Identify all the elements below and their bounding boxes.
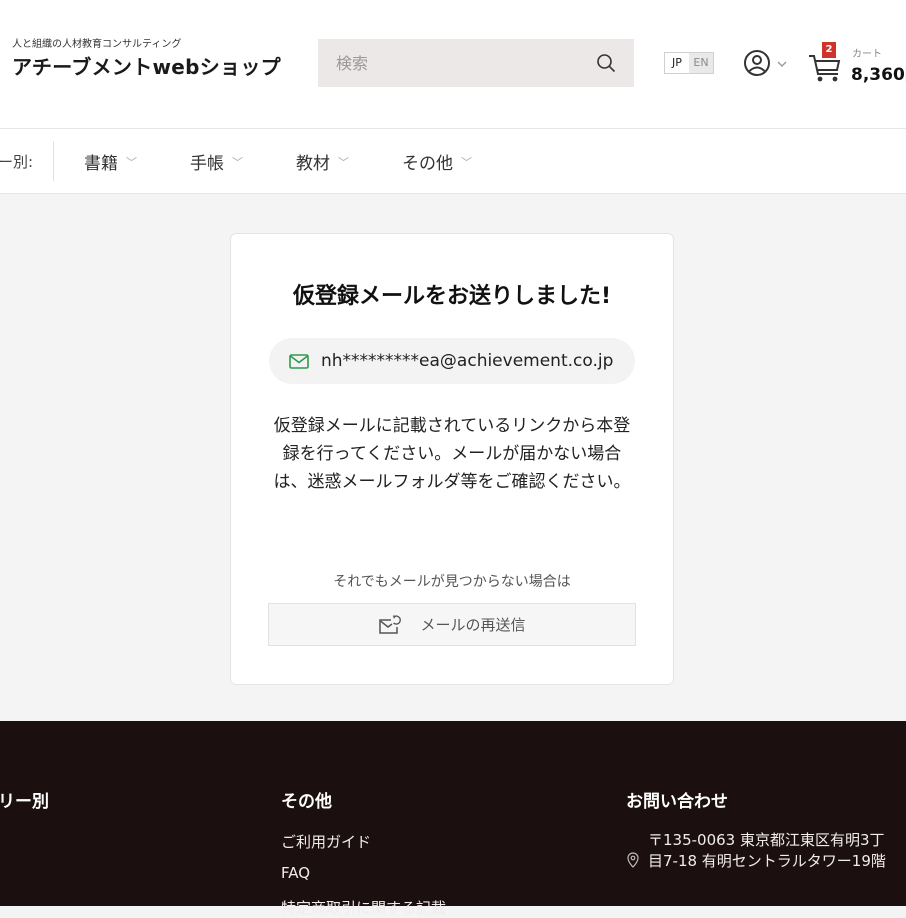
nav-item-other[interactable]: その他 ﹀ — [402, 149, 472, 174]
cart-button[interactable]: 2 カート 8,360円 — [808, 42, 906, 86]
cart-total: 8,360円 — [851, 65, 906, 85]
user-menu[interactable] — [742, 49, 790, 77]
footer-link-legal[interactable]: 特定商取引に関する記載 — [281, 897, 446, 918]
location-pin-icon — [627, 852, 639, 868]
chevron-down-icon: ﹀ — [232, 155, 243, 169]
nav-prefix-label: ー別: — [0, 153, 34, 171]
nav-item-planners[interactable]: 手帳 ﹀ — [190, 149, 243, 174]
lang-en-button[interactable]: EN — [689, 53, 713, 73]
mail-resend-icon — [379, 614, 402, 634]
lang-jp-button[interactable]: JP — [665, 53, 689, 73]
language-switcher: JP EN — [664, 52, 714, 74]
site-logo[interactable]: 人と組織の人材教育コンサルティング アチーブメントwebショップ — [12, 39, 281, 80]
nav-item-books[interactable]: 書籍 ﹀ — [84, 149, 137, 174]
cart-label: カート — [852, 49, 882, 60]
nav-item-label: その他 — [402, 154, 453, 174]
logo-brand-name: アチーブメントwebショップ — [12, 55, 281, 79]
nav-item-label: 手帳 — [190, 154, 224, 174]
confirmation-card: 仮登録メールをお送りしました! nh*********ea@achievemen… — [230, 233, 674, 685]
chevron-down-icon — [777, 61, 787, 67]
footer-category-heading: リー別 — [0, 792, 49, 812]
page-title: 仮登録メールをお送りしました! — [292, 284, 612, 309]
footer-link-faq[interactable]: FAQ — [281, 864, 310, 882]
nav-item-materials[interactable]: 教材 ﹀ — [296, 149, 349, 174]
category-nav: ー別: 書籍 ﹀ 手帳 ﹀ 教材 ﹀ その他 ﹀ — [0, 129, 906, 194]
not-found-text: それでもメールが見つからない場合は — [333, 574, 571, 590]
instruction-message: 仮登録メールに記載されているリンクから本登録を行ってください。メールが届かない場… — [273, 416, 631, 492]
search-input[interactable] — [336, 39, 576, 87]
mail-icon — [289, 353, 309, 369]
user-icon — [744, 50, 770, 76]
nav-item-label: 教材 — [296, 154, 330, 174]
resend-button-label: メールの再送信 — [420, 616, 526, 634]
nav-divider — [53, 141, 54, 181]
email-address: nh*********ea@achievement.co.jp — [321, 351, 614, 371]
footer-link-guide[interactable]: ご利用ガイド — [281, 831, 371, 852]
footer-contact-heading: お問い合わせ — [626, 792, 728, 812]
footer-address: 〒135-0063 東京都江東区有明3丁目7-18 有明セントラルタワー19階 — [648, 831, 886, 870]
footer-other-heading: その他 — [281, 792, 332, 812]
site-header: 人と組織の人材教育コンサルティング アチーブメントwebショップ JP EN 2 — [0, 0, 906, 129]
cart-count-badge: 2 — [822, 42, 836, 58]
search-icon[interactable] — [596, 53, 616, 73]
logo-tagline: 人と組織の人材教育コンサルティング — [12, 39, 182, 50]
chevron-down-icon: ﹀ — [126, 155, 137, 169]
email-display: nh*********ea@achievement.co.jp — [269, 338, 635, 384]
chevron-down-icon: ﹀ — [338, 155, 349, 169]
resend-email-button[interactable]: メールの再送信 — [268, 603, 636, 646]
search-box — [318, 39, 634, 87]
site-footer: リー別 その他 ご利用ガイド FAQ 特定商取引に関する記載 お問い合わせ 〒1… — [0, 721, 906, 917]
nav-item-label: 書籍 — [84, 154, 118, 174]
chevron-down-icon: ﹀ — [461, 155, 472, 169]
